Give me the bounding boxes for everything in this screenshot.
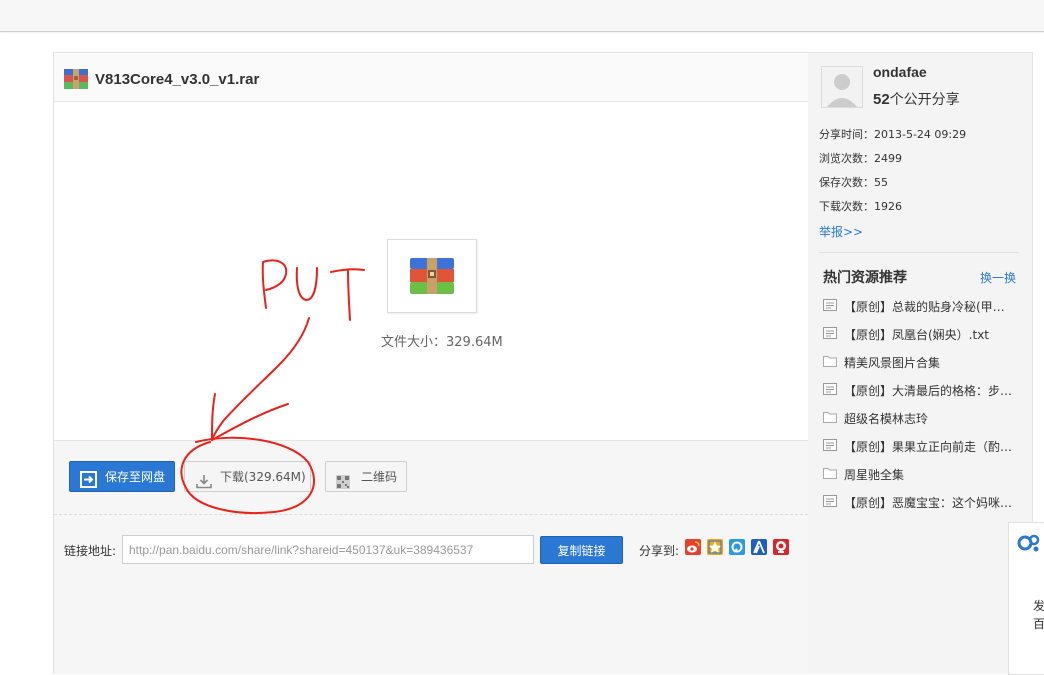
file-preview-area: 文件大小：329.64M (54, 102, 808, 441)
kaixin-icon[interactable] (773, 539, 789, 555)
weibo-icon[interactable] (685, 539, 701, 555)
hot-item[interactable]: 精美风景图片合集 (823, 354, 1028, 370)
folder-icon (823, 412, 837, 423)
file-share-panel: V813Core4_v3.0_v1.rar 文件大小：329.64M 保存至网盘 (53, 52, 809, 674)
hot-item-label: 周星驰全集 (844, 468, 905, 482)
refresh-recommendations-link[interactable]: 换一换 (980, 269, 1016, 286)
rar-file-icon (64, 69, 88, 92)
hot-item[interactable]: 【原创】大清最后的格格：步… (823, 382, 1028, 398)
divider (819, 252, 1019, 253)
hot-item[interactable]: 【原创】凤凰台(娴央）.txt (823, 326, 1028, 342)
public-share-count: 52个公开分享 (873, 89, 960, 109)
sidebar: ondafae 52个公开分享 分享时间：2013-5-24 09:29 浏览次… (808, 52, 1033, 674)
hot-item-label: 【原创】凤凰台(娴央）.txt (844, 328, 990, 342)
hot-item-label: 精美风景图片合集 (844, 356, 941, 370)
save-label: 保存至网盘 (105, 470, 166, 484)
share-count-number: 52 (873, 91, 890, 108)
link-label: 链接地址: (64, 544, 117, 558)
share-count-suffix: 个公开分享 (889, 92, 960, 108)
renren-icon[interactable] (751, 539, 767, 555)
qrcode-button[interactable]: 二维码 (325, 461, 407, 492)
document-icon (823, 299, 837, 311)
save-count: 保存次数：55 (819, 176, 888, 189)
hot-item-label: 【原创】果果立正向前走（酌… (844, 440, 1013, 454)
hot-item[interactable]: 【原创】总裁的贴身冷秘(甲… (823, 298, 1028, 314)
hot-item[interactable]: 【原创】果果立正向前走（酌… (823, 438, 1028, 454)
document-icon (823, 327, 837, 339)
download-button[interactable]: 下载(329.64M) (184, 461, 311, 492)
hot-item[interactable]: 超级名模林志玲 (823, 410, 1028, 426)
hot-item-label: 超级名模林志玲 (844, 412, 929, 426)
file-header: V813Core4_v3.0_v1.rar (54, 53, 808, 102)
qq-weibo-icon[interactable] (729, 539, 745, 555)
floating-side-widget[interactable]: 发 百 (1008, 522, 1044, 675)
username[interactable]: ondafae (873, 64, 927, 80)
qzone-icon[interactable] (707, 539, 723, 555)
document-icon (823, 495, 837, 507)
share-to-label: 分享到: (639, 544, 680, 558)
qrcode-icon (336, 470, 350, 501)
report-link[interactable]: 举报>> (819, 223, 863, 240)
view-count: 浏览次数：2499 (819, 152, 902, 165)
widget-text-2: 百 (1033, 617, 1044, 631)
hot-item[interactable]: 【原创】恶魔宝宝：这个妈咪… (823, 494, 1028, 510)
widget-text-1: 发 (1033, 599, 1044, 613)
rar-archive-icon (410, 258, 454, 294)
divider (54, 514, 808, 515)
folder-icon (823, 468, 837, 479)
file-size: 文件大小：329.64M (381, 335, 503, 350)
hot-item-label: 【原创】总裁的贴身冷秘(甲… (844, 300, 1005, 314)
copy-link-button[interactable]: 复制链接 (540, 536, 623, 564)
share-time: 分享时间：2013-5-24 09:29 (819, 128, 967, 141)
hot-item[interactable]: 周星驰全集 (823, 466, 1028, 482)
hot-item-label: 【原创】大清最后的格格：步… (844, 384, 1013, 398)
folder-icon (823, 356, 837, 367)
download-label: 下载(329.64M) (220, 470, 306, 484)
download-icon (196, 470, 212, 501)
share-cloud-icon (1017, 534, 1040, 552)
file-name: V813Core4_v3.0_v1.rar (95, 71, 260, 88)
hot-item-label: 【原创】恶魔宝宝：这个妈咪… (844, 496, 1013, 510)
share-link-input[interactable] (122, 535, 534, 564)
qrcode-label: 二维码 (361, 470, 398, 484)
file-thumbnail (387, 239, 477, 313)
top-navigation-bar (0, 0, 1044, 32)
save-icon (80, 469, 97, 500)
avatar[interactable] (821, 66, 863, 108)
hot-resources-title: 热门资源推荐 (823, 270, 907, 286)
save-to-netdisk-button[interactable]: 保存至网盘 (69, 461, 175, 492)
document-icon (823, 383, 837, 395)
download-count: 下载次数：1926 (819, 200, 902, 213)
document-icon (823, 439, 837, 451)
